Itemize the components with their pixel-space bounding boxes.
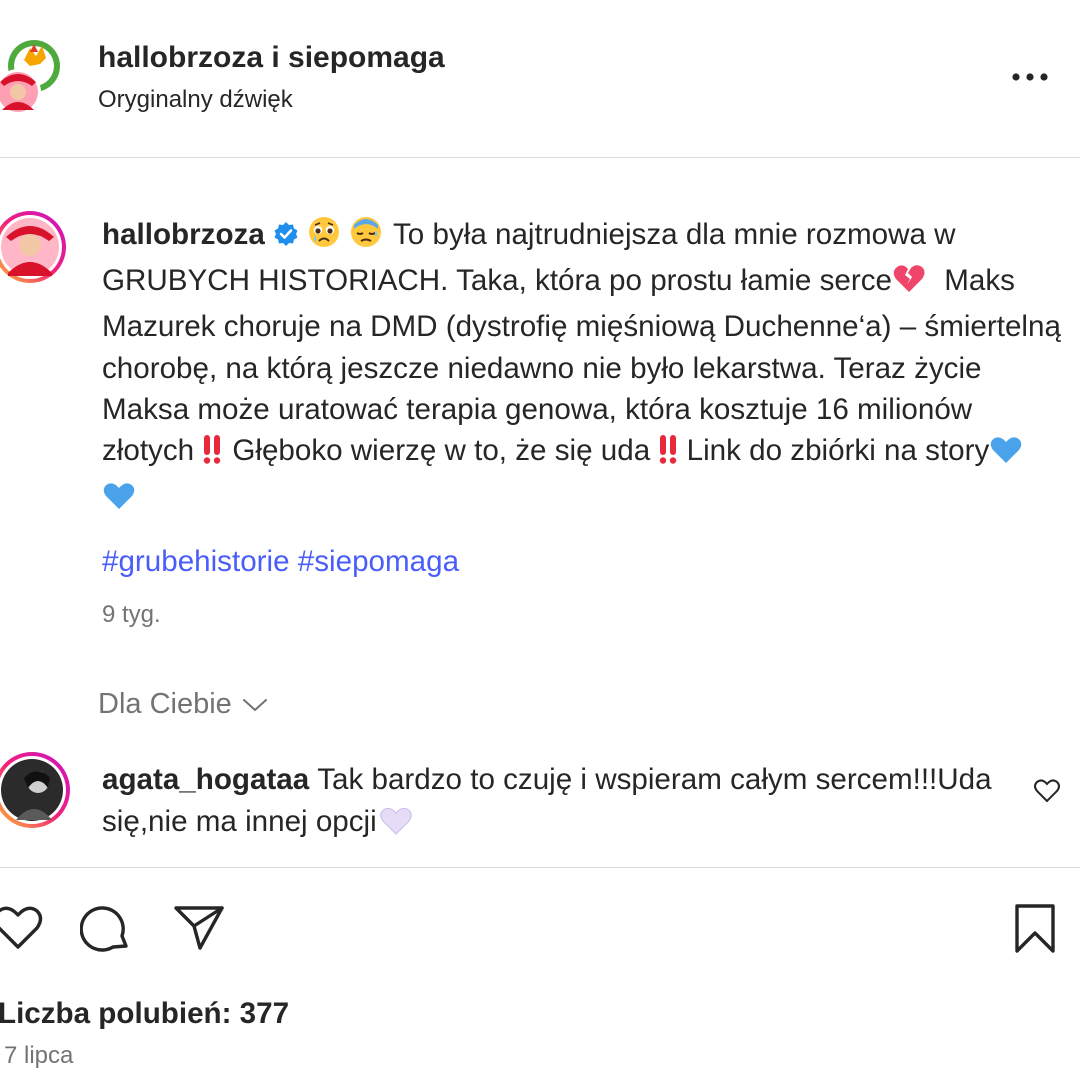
heart-icon [1034,779,1060,803]
comment-like-button[interactable] [1033,778,1061,804]
sad-sweat-face-emoji-icon [349,215,383,260]
comment: agata_hogataa Tak bardzo to czuję i wspie… [102,759,1002,848]
double-exclamation-emoji-icon [202,433,222,476]
caption-age[interactable]: 9 tyg. [102,601,161,629]
paper-plane-icon [174,906,224,950]
hashtag-link[interactable]: #siepomaga [298,545,459,578]
heart-icon [0,906,43,949]
comments-filter-label: Dla Ciebie [98,688,232,720]
bookmark-icon [1015,904,1055,953]
chevron-down-icon [242,698,267,711]
comments-filter-dropdown[interactable]: Dla Ciebie [98,688,268,721]
caption-avatar[interactable] [0,203,70,289]
save-button[interactable] [1012,903,1058,955]
post-date[interactable]: 7 lipca [4,1042,73,1070]
hashtag-link[interactable]: #grubehistorie [102,545,290,578]
share-button[interactable] [172,902,226,954]
white-heart-emoji-icon [379,806,413,848]
post-owners-avatar[interactable] [0,38,66,118]
blue-heart-emoji-icon [989,435,1023,476]
post-caption: hallobrzoza To była najtrudniejsza dla m… [102,214,1067,522]
caption-text-4: Link do zbiórki na story [686,434,990,468]
comment-avatar[interactable] [0,748,70,834]
comment-button[interactable] [79,904,132,956]
header-divider [0,157,1080,158]
verified-badge-icon [273,217,299,258]
audio-label[interactable]: Oryginalny dźwięk [98,86,293,114]
caption-username[interactable]: hallobrzoza [102,218,265,251]
likes-count[interactable]: Liczba polubień: 377 [0,997,289,1031]
comment-username[interactable]: agata_hogataa [102,763,309,796]
comment-bubble-icon [79,906,128,952]
like-button[interactable] [0,902,44,954]
post-owners-title[interactable]: hallobrzoza i siepomaga [98,41,445,75]
more-dots-icon [1012,73,1048,81]
crying-face-emoji-icon [307,215,341,260]
more-options-button[interactable] [1008,60,1052,94]
hashtags: #grubehistorie #siepomaga [102,545,459,579]
caption-text-3: Głęboko wierzę w to, że się uda [232,434,651,468]
comments-divider [0,867,1080,868]
broken-heart-emoji-icon [892,263,926,306]
blue-heart-emoji-icon [102,481,136,522]
double-exclamation-emoji-icon [658,433,678,476]
